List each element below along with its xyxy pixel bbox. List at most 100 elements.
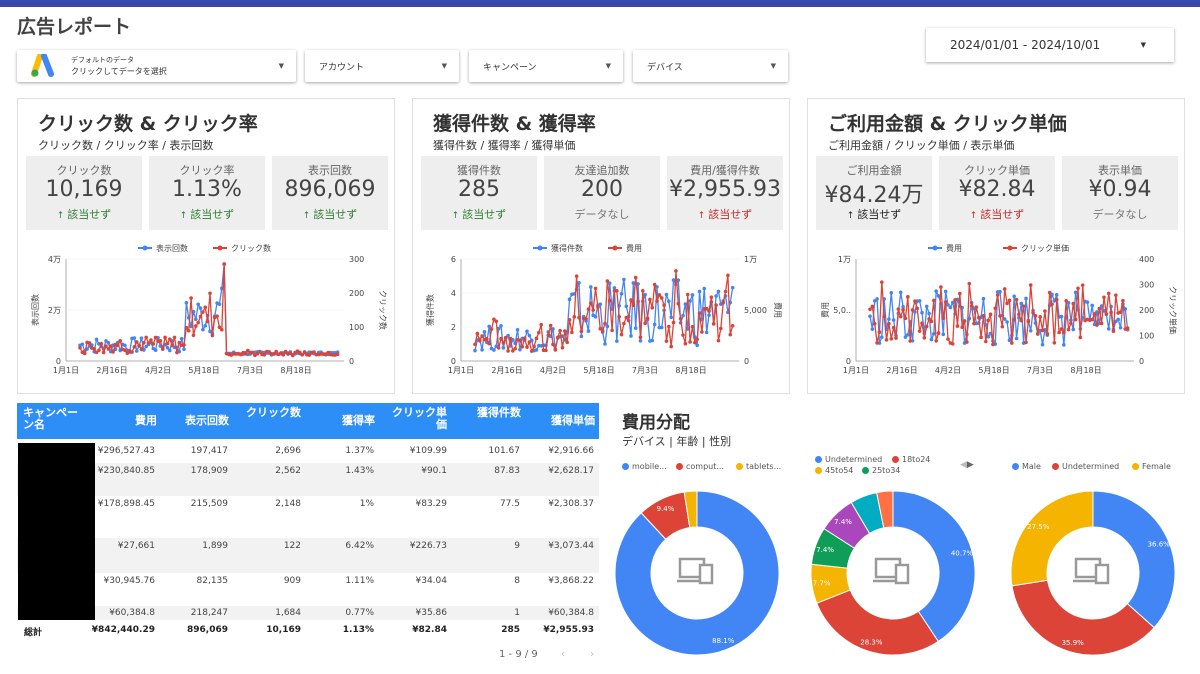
series-point — [186, 328, 191, 333]
col-cost[interactable]: 費用 — [112, 415, 157, 427]
next-page-icon[interactable]: › — [590, 649, 594, 660]
col-conversions[interactable]: 獲得件数 — [465, 407, 521, 419]
col-clicks[interactable]: クリック数 — [239, 407, 301, 419]
series-point — [972, 321, 976, 326]
col-cpa[interactable]: 獲得単価 — [535, 415, 595, 427]
series-point — [981, 314, 986, 318]
series-point — [1121, 298, 1125, 303]
arrow-up-icon: ↑ — [179, 211, 191, 221]
table-cell: 82,135 — [196, 576, 229, 586]
y-tick-right: 0 — [349, 357, 354, 366]
x-tick: 4月2日 — [145, 366, 171, 375]
col-conv-rate[interactable]: 獲得率 — [317, 415, 375, 427]
kpi-compare-text: 該当せず — [462, 208, 507, 221]
series-point — [1066, 327, 1071, 332]
series-point — [953, 298, 957, 302]
series-point — [1071, 327, 1076, 332]
table-cell: ¥226.73 — [409, 541, 447, 551]
kpi-label: クリック数 — [56, 164, 112, 177]
series-point — [669, 315, 673, 320]
col-campaign-name[interactable]: キャンペーン名 — [23, 407, 83, 431]
chevron-down-icon: ▼ — [1140, 41, 1146, 49]
pie-legend-item: Undetermined — [1052, 462, 1119, 471]
series-point — [153, 335, 158, 340]
table-cell: ¥90.1 — [421, 466, 447, 476]
table-cell: ¥109.99 — [409, 446, 447, 456]
series-point — [503, 335, 508, 340]
series-point — [622, 321, 626, 326]
series-point — [215, 314, 219, 318]
chevron-down-icon: ▼ — [605, 62, 611, 70]
series-point — [205, 319, 210, 324]
series-point — [1038, 315, 1042, 319]
device-filter[interactable]: デバイス ▼ — [633, 50, 788, 82]
series-point — [146, 341, 151, 345]
series-point — [520, 344, 525, 349]
table-cell: 8 — [514, 576, 520, 586]
kpi-value: ¥82.84 — [958, 177, 1036, 202]
legend-label: 45to54 — [825, 466, 854, 475]
account-filter[interactable]: アカウント ▼ — [305, 50, 459, 82]
kpi-label: クリック率 — [179, 164, 235, 177]
y-axis-right-label: クリック数 — [378, 290, 388, 330]
donut-slice — [1092, 490, 1176, 629]
legend-dot — [815, 467, 822, 474]
series-point — [99, 341, 104, 346]
legend-label: Male — [1022, 462, 1041, 471]
series-point — [551, 342, 555, 347]
series-point — [1064, 298, 1068, 303]
series-point — [475, 331, 480, 336]
series-point — [707, 309, 711, 313]
series-point — [615, 289, 619, 293]
campaign-filter[interactable]: キャンペーン ▼ — [469, 50, 623, 82]
pie-legend-item: 25to34 — [862, 466, 900, 475]
series-point — [993, 306, 998, 311]
series-point — [82, 351, 87, 356]
kpi-value: 10,169 — [45, 177, 123, 202]
series-point — [1043, 309, 1047, 313]
series-point — [891, 325, 896, 330]
series-point — [643, 321, 647, 326]
series-point — [1092, 312, 1097, 316]
series-point — [690, 324, 695, 329]
series-point — [709, 295, 714, 299]
chevron-down-icon: ▼ — [770, 62, 776, 70]
series-point — [473, 342, 477, 347]
y-axis-left-label: 獲得件数 — [425, 294, 435, 326]
series-point — [132, 345, 137, 349]
series-point — [513, 346, 517, 351]
legend-pager[interactable]: ◀▶ — [960, 460, 974, 470]
legend-prev-icon[interactable]: ◀ — [960, 460, 967, 470]
series-point — [584, 317, 588, 321]
series-point — [633, 326, 638, 330]
series-point — [939, 285, 943, 289]
donut-chart: 40.7% 28.3% 7.7% 7.4% 7.4% — [810, 490, 976, 656]
x-tick: 4月2日 — [935, 366, 961, 375]
legend-dot — [142, 245, 148, 251]
series-point — [196, 302, 200, 307]
series-point — [979, 335, 983, 340]
series-point — [887, 321, 891, 326]
series-point — [619, 291, 624, 296]
series-point — [149, 338, 153, 342]
series-point — [659, 296, 664, 300]
date-range-picker[interactable]: 2024/01/01 - 2024/10/01 ▼ — [926, 28, 1174, 62]
panel-title: ご利用金額 & クリック単価 — [828, 113, 1067, 135]
table-cell: ¥2,308.37 — [548, 499, 594, 509]
data-source-selector[interactable]: デフォルトのデータ クリックしてデータを選択 ▼ — [17, 50, 296, 82]
col-cpc[interactable]: クリック単価 — [385, 407, 447, 431]
kpi-card: ご利用金額 ¥84.24万 ↑ 該当せず — [816, 156, 932, 230]
series-point — [1073, 317, 1078, 322]
prev-page-icon[interactable]: ‹ — [561, 649, 565, 660]
series-point — [290, 353, 295, 358]
series-point — [901, 307, 905, 312]
series-point — [189, 296, 193, 300]
y-axis-left-label: 費用 — [820, 302, 830, 318]
series-point — [515, 327, 520, 332]
series-point — [915, 306, 920, 311]
pie-legend-item: 45to54 — [815, 466, 853, 475]
legend-next-icon[interactable]: ▶ — [967, 460, 974, 470]
col-impressions[interactable]: 表示回数 — [167, 415, 229, 427]
series-point — [1005, 301, 1009, 306]
kpi-label: 費用/獲得件数 — [690, 164, 760, 177]
